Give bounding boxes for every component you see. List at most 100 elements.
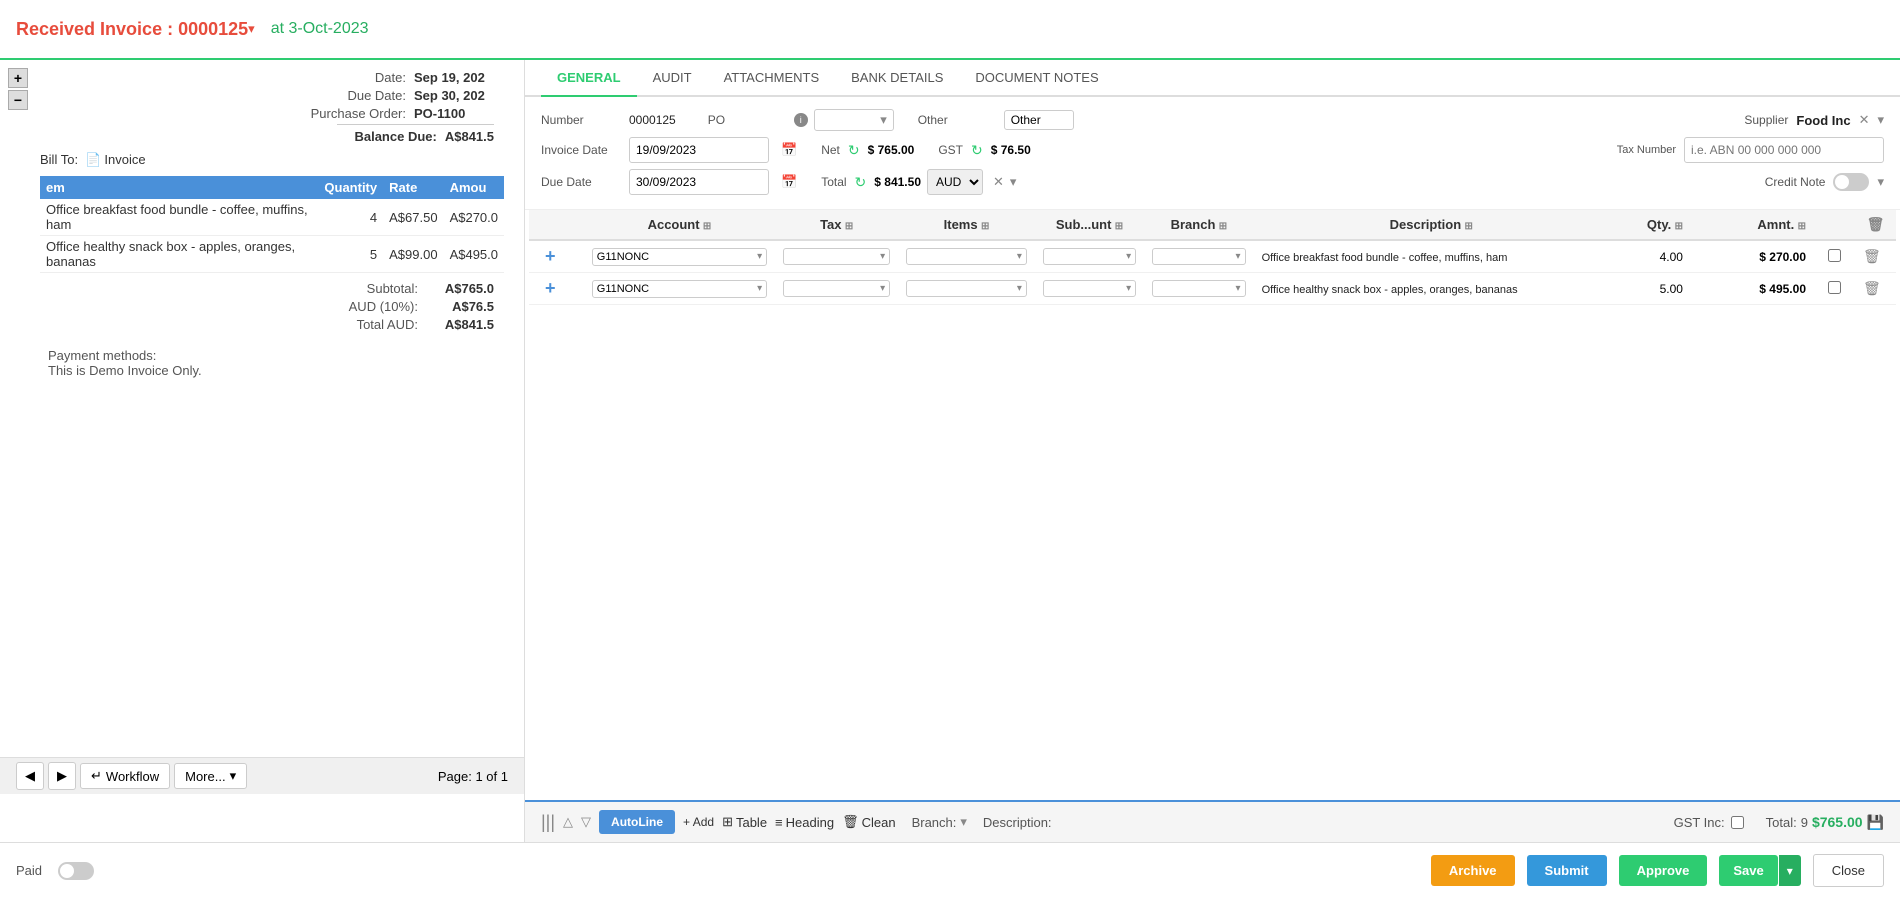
date-label: Date:: [306, 70, 406, 85]
line-checkbox-0[interactable]: [1828, 249, 1841, 262]
po-info-icon[interactable]: i: [794, 113, 808, 127]
table-button[interactable]: ⊞ Table: [722, 814, 767, 830]
invoice-date-label: Invoice Date: [541, 143, 621, 157]
tax-col-icon[interactable]: ⊞: [845, 221, 853, 232]
refresh-gst-icon[interactable]: ↻: [971, 142, 983, 159]
archive-button[interactable]: Archive: [1431, 855, 1515, 886]
account-col-icon[interactable]: ⊞: [703, 221, 711, 232]
prev-arrow[interactable]: ◀: [16, 762, 44, 790]
description-label: Description:: [983, 815, 1052, 830]
number-label: Number: [541, 113, 621, 127]
save-cloud-icon[interactable]: 💾: [1867, 814, 1884, 831]
total-chevron-down-icon[interactable]: ▾: [1010, 174, 1017, 190]
table-row: Office healthy snack box - apples, orang…: [40, 236, 504, 273]
add-button[interactable]: + Add: [683, 815, 714, 829]
refresh-total-icon[interactable]: ↻: [855, 174, 867, 191]
supplier-x-icon[interactable]: ✕: [1859, 112, 1870, 128]
credit-note-chevron-icon[interactable]: ▾: [1877, 174, 1884, 190]
save-button[interactable]: Save: [1719, 855, 1777, 886]
bill-to-icon: 📄: [85, 152, 101, 167]
total-x-icon[interactable]: ✕: [993, 174, 1004, 190]
sort-asc-icon[interactable]: △: [563, 814, 573, 830]
branch-dropdown-icon[interactable]: ▾: [960, 814, 967, 830]
more-chevron-icon: ▾: [230, 768, 237, 784]
tab-attachments[interactable]: ATTACHMENTS: [708, 60, 836, 97]
page-indicator: Page: 1 of 1: [438, 769, 508, 784]
due-date-label: Due Date:: [306, 88, 406, 103]
gst-inc-field: GST Inc:: [1674, 815, 1746, 830]
invoice-label: Invoice: [104, 152, 145, 167]
paid-toggle[interactable]: [58, 862, 94, 880]
supplier-value: Food Inc: [1796, 113, 1850, 128]
items-chevron-down-icon: ▾: [1017, 251, 1022, 262]
approve-button[interactable]: Approve: [1619, 855, 1708, 886]
qty-col-icon[interactable]: ⊞: [1675, 221, 1683, 232]
form-area: Number 0000125 PO i ▾ Other Other Su: [525, 97, 1900, 210]
gst-inc-checkbox[interactable]: [1731, 816, 1744, 829]
account-dropdown-0[interactable]: G11NONC ▾: [592, 248, 767, 266]
tab-document-notes[interactable]: DOCUMENT NOTES: [959, 60, 1114, 97]
subaccount-dropdown-1[interactable]: ▾: [1043, 280, 1136, 297]
branch-col-icon[interactable]: ⊞: [1219, 221, 1227, 232]
tax-number-input[interactable]: [1684, 137, 1884, 163]
drag-handle-icon[interactable]: |||: [541, 812, 555, 833]
items-col-icon[interactable]: ⊞: [981, 221, 989, 232]
branch-dropdown-1[interactable]: ▾: [1152, 280, 1245, 297]
tax-dropdown-0[interactable]: ▾: [783, 248, 890, 265]
balance-due-label: Balance Due:: [337, 129, 437, 144]
save-chevron-button[interactable]: ▾: [1778, 855, 1801, 886]
po-dropdown[interactable]: ▾: [814, 109, 894, 131]
refresh-net-icon[interactable]: ↻: [848, 142, 860, 159]
delete-all-icon[interactable]: 🗑: [1867, 216, 1885, 232]
due-date-input[interactable]: [629, 169, 769, 195]
zoom-in-button[interactable]: +: [8, 68, 28, 88]
title-dropdown[interactable]: ▾: [248, 21, 255, 37]
subaccount-col-icon[interactable]: ⊞: [1115, 221, 1123, 232]
subaccount-dropdown-0[interactable]: ▾: [1043, 248, 1136, 265]
sort-desc-icon[interactable]: ▽: [581, 814, 591, 830]
next-arrow[interactable]: ▶: [48, 762, 76, 790]
desc-col-icon[interactable]: ⊞: [1465, 221, 1473, 232]
date-value: Sep 19, 202: [414, 70, 494, 85]
tab-bank-details[interactable]: BANK DETAILS: [835, 60, 959, 97]
heading-button[interactable]: ≡ Heading: [775, 815, 834, 830]
other-dropdown[interactable]: Other: [1004, 110, 1074, 130]
subtotal-value: A$765.0: [434, 281, 494, 296]
other-value: Other: [1011, 113, 1041, 127]
items-dropdown-1[interactable]: ▾: [906, 280, 1027, 297]
line-description-1: Office healthy snack box - apples, orang…: [1262, 284, 1518, 296]
net-value: $ 765.00: [868, 143, 915, 157]
account-dropdown-1[interactable]: G11NONC ▾: [592, 280, 767, 298]
due-calendar-icon[interactable]: 📅: [781, 174, 797, 190]
add-line-button[interactable]: +: [537, 242, 564, 270]
autoline-button[interactable]: AutoLine: [599, 810, 675, 834]
invoice-date-input[interactable]: [629, 137, 769, 163]
tab-audit[interactable]: AUDIT: [637, 60, 708, 97]
th-branch: Branch ⊞: [1144, 210, 1253, 240]
zoom-out-button[interactable]: −: [8, 90, 28, 110]
description-field: Description:: [983, 815, 1052, 830]
delete-line-icon[interactable]: 🗑: [1863, 248, 1881, 264]
delete-line-icon[interactable]: 🗑: [1863, 280, 1881, 296]
clean-button[interactable]: 🗑 Clean: [842, 814, 895, 830]
more-button[interactable]: More... ▾: [174, 763, 247, 789]
calendar-icon[interactable]: 📅: [781, 142, 797, 158]
add-line-button[interactable]: +: [537, 274, 564, 302]
submit-button[interactable]: Submit: [1527, 855, 1607, 886]
workflow-button[interactable]: ↵ Workflow: [80, 763, 170, 789]
col-quantity: Quantity: [318, 176, 383, 199]
tab-general[interactable]: GENERAL: [541, 60, 637, 97]
supplier-label: Supplier: [1744, 113, 1788, 127]
line-description-0: Office breakfast food bundle - coffee, m…: [1262, 252, 1508, 264]
close-button[interactable]: Close: [1813, 854, 1884, 887]
tax-dropdown-1[interactable]: ▾: [783, 280, 890, 297]
currency-select[interactable]: AUD: [927, 169, 983, 195]
items-dropdown-0[interactable]: ▾: [906, 248, 1027, 265]
heading-icon: ≡: [775, 815, 783, 830]
supplier-chevron-down-icon[interactable]: ▾: [1877, 112, 1884, 128]
amnt-col-icon[interactable]: ⊞: [1798, 221, 1806, 232]
branch-dropdown-0[interactable]: ▾: [1152, 248, 1245, 265]
credit-note-toggle[interactable]: [1833, 173, 1869, 191]
more-label: More...: [185, 769, 225, 784]
line-checkbox-1[interactable]: [1828, 281, 1841, 294]
